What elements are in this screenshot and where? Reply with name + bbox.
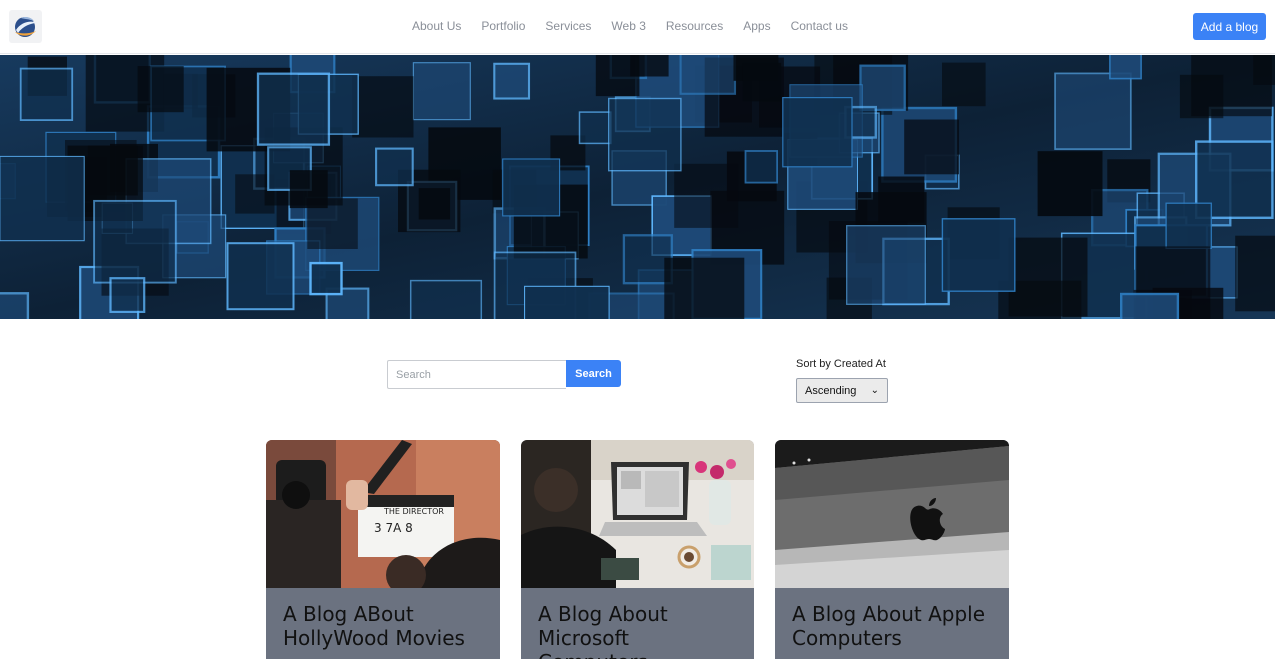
nav-apps[interactable]: Apps xyxy=(743,19,770,33)
circuit-square xyxy=(1109,55,1142,80)
blog-card[interactable]: THE DIRECTOR 3 7A 8 A Blog ABout HollyWo… xyxy=(266,440,500,659)
blog-card-title: A Blog About Microsoft Computers xyxy=(538,602,668,659)
svg-text:3 7A 8: 3 7A 8 xyxy=(374,521,413,535)
circuit-square xyxy=(256,72,331,146)
blog-card-title: A Blog ABout HollyWood Movies xyxy=(283,602,465,650)
circuit-square xyxy=(309,261,343,296)
circuit-square xyxy=(664,257,745,319)
imac-apple-logo-photo xyxy=(775,440,1009,588)
circuit-square xyxy=(859,64,906,112)
blog-card[interactable]: A Blog About Apple Computers xyxy=(775,440,1009,659)
circuit-square xyxy=(409,279,483,319)
globe-logo-icon[interactable] xyxy=(9,10,42,43)
svg-text:THE DIRECTOR: THE DIRECTOR xyxy=(383,507,444,516)
circuit-square xyxy=(1008,237,1088,317)
circuit-square xyxy=(679,55,737,95)
nav-web3[interactable]: Web 3 xyxy=(611,19,645,33)
circuit-square xyxy=(412,62,471,121)
circuit-banner-image xyxy=(0,55,1275,319)
circuit-square xyxy=(375,147,414,187)
circuit-square xyxy=(742,62,782,102)
hero-banner xyxy=(0,55,1275,319)
circuit-square xyxy=(1179,74,1224,119)
circuit-square xyxy=(1165,202,1212,250)
nav-portfolio[interactable]: Portfolio xyxy=(481,19,525,33)
circuit-square xyxy=(1235,235,1275,312)
nav-about-us[interactable]: About Us xyxy=(412,19,461,33)
site-header: About Us Portfolio Services Web 3 Resour… xyxy=(0,0,1275,54)
sort-selected-value: Ascending xyxy=(805,384,857,397)
circuit-square xyxy=(93,199,177,284)
nav-resources[interactable]: Resources xyxy=(666,19,723,33)
nav-contact-us[interactable]: Contact us xyxy=(791,19,848,33)
circuit-square xyxy=(226,242,295,311)
circuit-square xyxy=(630,55,669,77)
circuit-square xyxy=(942,62,986,107)
circuit-square xyxy=(493,62,531,100)
nav-services[interactable]: Services xyxy=(545,19,591,33)
circuit-square xyxy=(1037,151,1103,217)
circuit-square xyxy=(904,119,959,175)
circuit-square xyxy=(352,76,414,138)
circuit-square xyxy=(87,145,138,196)
circuit-square xyxy=(941,218,1016,292)
film-clapperboard-camera-photo: THE DIRECTOR 3 7A 8 xyxy=(266,440,500,588)
circuit-square xyxy=(782,96,853,168)
chevron-down-icon: ⌄ xyxy=(870,385,879,396)
circuit-square xyxy=(502,158,561,217)
circuit-square xyxy=(1119,292,1180,319)
circuit-square xyxy=(109,277,146,313)
circuit-square xyxy=(289,170,328,209)
circuit-square xyxy=(524,285,610,319)
blog-card[interactable]: A Blog About Microsoft Computers xyxy=(521,440,754,659)
circuit-square xyxy=(578,111,612,145)
circuit-square xyxy=(0,155,85,242)
circuit-square xyxy=(418,188,451,220)
circuit-square xyxy=(674,163,739,228)
sort-select[interactable]: Ascending ⌄ xyxy=(796,378,888,403)
circuit-square xyxy=(1054,72,1132,150)
circuit-square xyxy=(846,225,926,305)
woman-laptop-desk-flowers-photo xyxy=(521,440,754,588)
circuit-square xyxy=(744,150,779,184)
circuit-square xyxy=(608,97,682,172)
circuit-square xyxy=(19,67,74,122)
search-button[interactable]: Search xyxy=(566,360,621,387)
circuit-square xyxy=(137,66,184,113)
add-blog-button[interactable]: Add a blog xyxy=(1193,13,1266,40)
main-nav: About Us Portfolio Services Web 3 Resour… xyxy=(412,19,868,33)
blog-card-title: A Blog About Apple Computers xyxy=(792,602,986,650)
search-input[interactable] xyxy=(387,360,566,389)
circuit-square xyxy=(0,292,30,319)
sort-label: Sort by Created At xyxy=(796,358,886,370)
circuit-square xyxy=(878,176,925,223)
